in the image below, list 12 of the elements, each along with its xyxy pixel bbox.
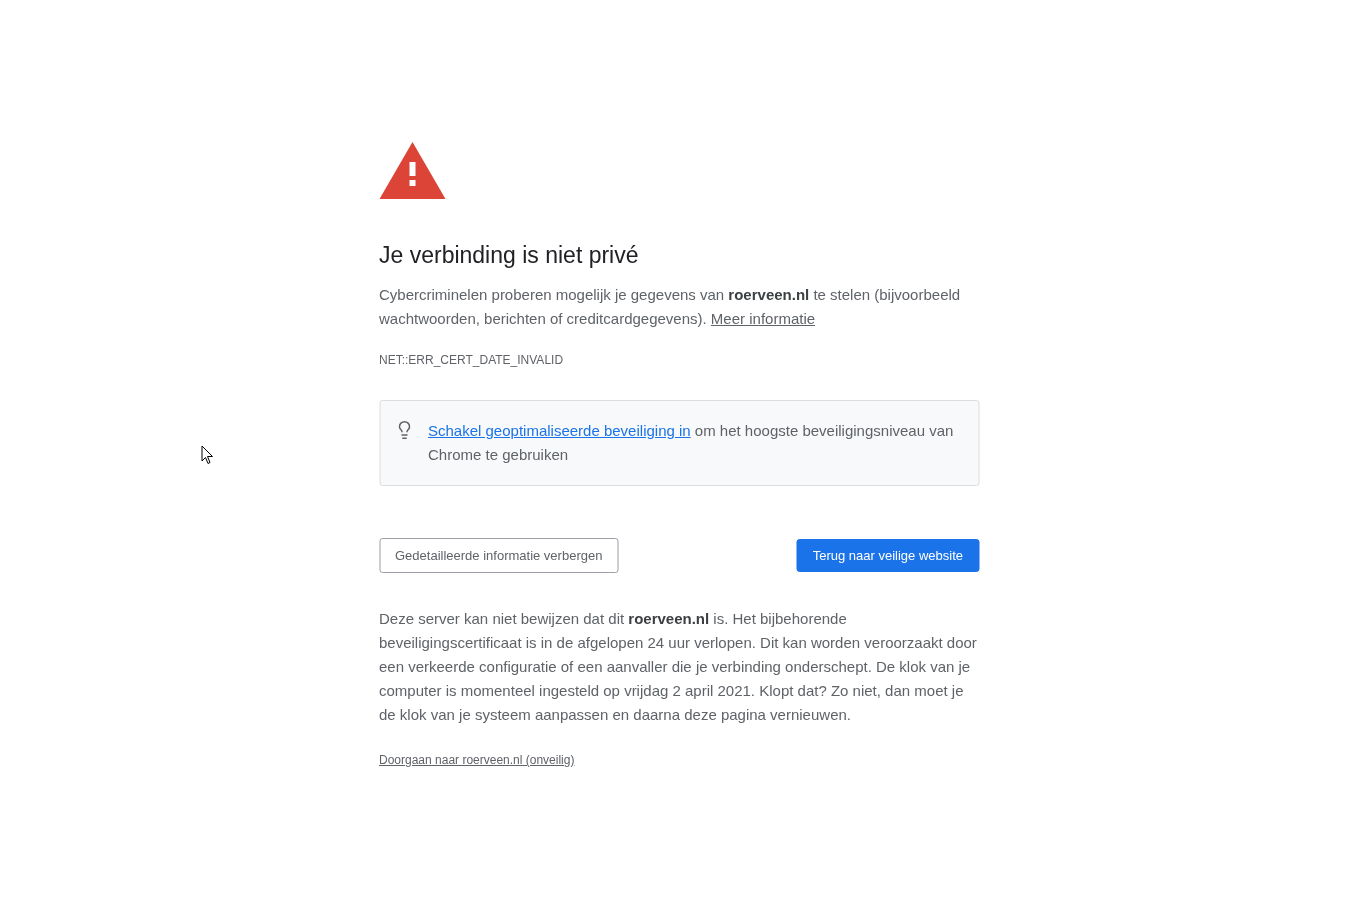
error-code: NET::ERR_CERT_DATE_INVALID: [379, 353, 564, 367]
proceed-link[interactable]: Doorgaan naar roerveen.nl (onveilig): [379, 753, 575, 767]
mouse-pointer-icon: [201, 445, 215, 465]
hide-details-button[interactable]: Gedetailleerde informatie verbergen: [379, 538, 619, 573]
back-to-safety-button[interactable]: Terug naar veilige website: [796, 539, 979, 572]
warning-icon: [379, 142, 445, 199]
page-title: Je verbinding is niet privé: [379, 241, 640, 269]
details-message: Deze server kan niet bewijzen dat dit roerveen.nl is. Het bijbehorende beveiligingscertificaat is in de afgelopen 24 uur verlopen. Dit kan worden veroorzaakt door een verkeerde configuratie of een aanvaller die je verbinding onderschept. De klok van je computer is momenteel ingesteld op vrijdag 2 april 2021. Klopt dat? Zo niet, dan moet je de klok van je systeem aanpassen en daarna deze pagina vernieuwen.: [379, 609, 978, 725]
tip-message: Schakel geoptimaliseerde beveiliging in om het hoogste beveiligingsniveau van Chrome te gebruiken: [428, 421, 955, 465]
enhanced-protection-link[interactable]: Schakel geoptimaliseerde beveiliging in: [428, 422, 691, 439]
warning-message: Cybercriminelen proberen mogelijk je gegevens van roerveen.nl te stelen (bijvoorbeeld wachtwoorden, berichten of creditcardgegevens). Meer informatie: [379, 285, 962, 329]
more-info-link[interactable]: Meer informatie: [710, 310, 816, 327]
